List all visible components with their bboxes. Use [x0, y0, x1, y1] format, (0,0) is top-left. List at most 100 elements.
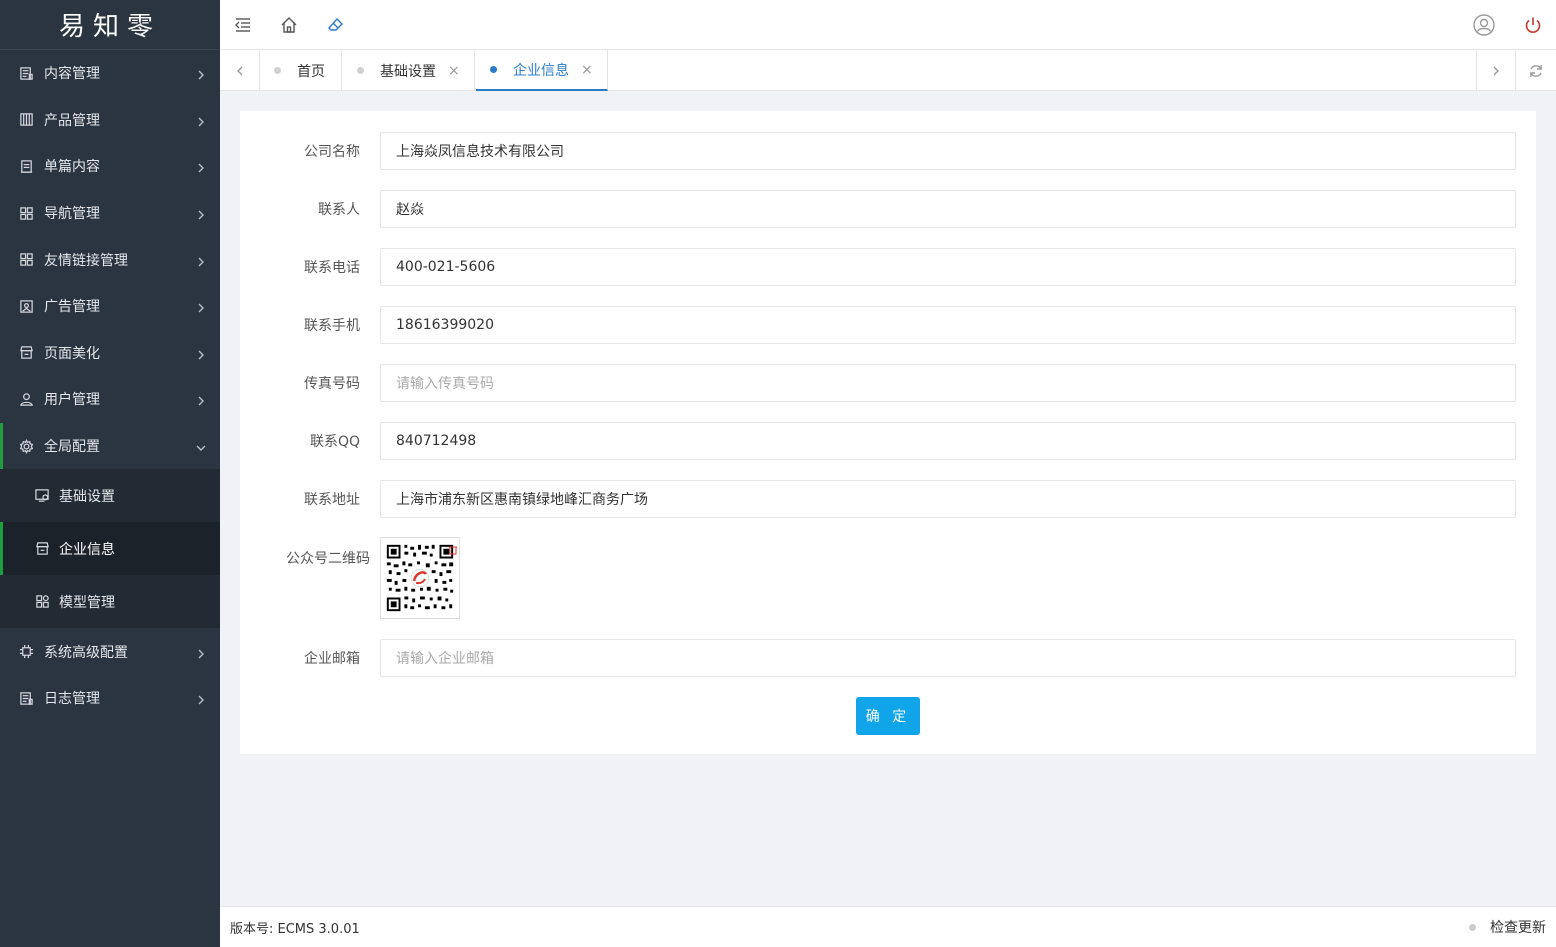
eraser-icon[interactable] [326, 15, 346, 35]
check-update-label: 检查更新 [1490, 920, 1546, 936]
form-row-address: 联系地址 上海市浦东新区惠南镇绿地峰汇商务广场 [240, 480, 1536, 518]
chevron-right-icon [196, 161, 206, 177]
sidebar-item-content[interactable]: 内容管理 [0, 50, 220, 97]
fax-label: 传真号码 [304, 376, 360, 392]
sidebar-item-label: 页面美化 [44, 345, 100, 362]
settings-screen-icon [34, 488, 50, 504]
chevron-right-icon [196, 647, 206, 663]
chevron-right-icon [196, 301, 206, 317]
check-update-link[interactable]: 检查更新 [1469, 917, 1546, 937]
mobile-input[interactable]: 18616399020 [380, 306, 1516, 344]
chevron-down-icon [196, 441, 206, 457]
email-input[interactable]: 请输入企业邮箱 [380, 639, 1516, 677]
sidebar-item-users[interactable]: 用户管理 [0, 376, 220, 423]
footer: 版本号: ECMS 3.0.01 检查更新 [220, 906, 1556, 947]
form-row-qq: 联系QQ 840712498 [240, 422, 1536, 460]
address-input[interactable]: 上海市浦东新区惠南镇绿地峰汇商务广场 [380, 480, 1516, 518]
form-row-mobile: 联系手机 18616399020 [240, 306, 1536, 344]
tab-label: 企业信息 [513, 62, 569, 79]
sidebar-item-logs[interactable]: 日志管理 [0, 675, 220, 722]
sidebar-item-label: 日志管理 [44, 691, 100, 708]
sidebar-item-page-beautify[interactable]: 页面美化 [0, 330, 220, 377]
sidebar-item-label: 内容管理 [44, 66, 100, 83]
update-status-dot [1469, 923, 1476, 931]
tab-status-dot [490, 66, 497, 73]
qq-input[interactable]: 840712498 [380, 422, 1516, 460]
sidebar-subitem-label: 基础设置 [59, 488, 115, 505]
log-icon [18, 690, 34, 706]
nav-grid-icon [18, 205, 34, 221]
user-icon [18, 391, 34, 407]
delete-image-icon[interactable] [448, 543, 458, 555]
tab-scroll-left-icon[interactable] [220, 50, 260, 91]
chevron-right-icon [196, 348, 206, 364]
tab-label: 首页 [297, 63, 325, 80]
chevron-right-icon [196, 115, 206, 131]
fax-input[interactable]: 请输入传真号码 [380, 364, 1516, 402]
sidebar-item-products[interactable]: 产品管理 [0, 97, 220, 144]
document-list-icon [18, 65, 34, 81]
product-grid-icon [18, 112, 34, 128]
sidebar-item-friend-links[interactable]: 友情链接管理 [0, 236, 220, 283]
chevron-right-icon [196, 394, 206, 410]
gear-icon [18, 438, 34, 454]
link-grid-icon [18, 252, 34, 268]
tab-basic-settings[interactable]: 基础设置 × [343, 50, 475, 91]
top-bar [220, 0, 1556, 50]
company-name-label: 公司名称 [304, 144, 360, 160]
form-row-phone: 联系电话 400-021-5606 [240, 248, 1536, 286]
sidebar-item-label: 全局配置 [44, 439, 100, 456]
refresh-icon[interactable] [1516, 50, 1556, 91]
sidebar-item-global-config[interactable]: 全局配置 [0, 422, 220, 470]
chevron-right-icon [196, 68, 206, 84]
store-icon [18, 345, 34, 361]
sidebar-item-label: 用户管理 [44, 392, 100, 409]
chevron-right-icon [196, 255, 206, 271]
chip-icon [18, 644, 34, 660]
qrcode-label: 公众号二维码 [286, 551, 370, 567]
sidebar-item-label: 产品管理 [44, 112, 100, 129]
tab-status-dot [357, 67, 364, 74]
sidebar-item-navigation[interactable]: 导航管理 [0, 190, 220, 237]
sidebar-subitem-label: 企业信息 [59, 541, 115, 558]
qq-label: 联系QQ [309, 434, 360, 450]
sidebar-subitem-company-info[interactable]: 企业信息 [0, 522, 220, 576]
tab-scroll-right-icon[interactable] [1476, 50, 1516, 91]
home-icon[interactable] [279, 15, 299, 35]
tab-bar: 首页 基础设置 × 企业信息 × [220, 50, 1556, 91]
modules-icon [34, 594, 50, 610]
menu-collapse-icon[interactable] [233, 15, 253, 35]
address-label: 联系地址 [304, 492, 360, 508]
sidebar-item-label: 单篇内容 [44, 159, 100, 176]
close-icon[interactable]: × [581, 62, 593, 78]
submit-button[interactable]: 确 定 [856, 697, 920, 735]
single-doc-icon [18, 158, 34, 174]
sidebar-subitem-model-management[interactable]: 模型管理 [0, 575, 220, 628]
company-name-input[interactable]: 上海焱凤信息技术有限公司 [380, 132, 1516, 170]
form-row-email: 企业邮箱 请输入企业邮箱 [240, 639, 1536, 677]
sidebar: 易知零 内容管理 产品管理 单篇内容 导航管理 友情链接管理 广告管理 页面美化… [0, 0, 220, 947]
sidebar-item-single-content[interactable]: 单篇内容 [0, 143, 220, 190]
app-logo[interactable]: 易知零 [0, 0, 220, 50]
form-row-company-name: 公司名称 上海焱凤信息技术有限公司 [240, 132, 1536, 170]
company-info-form: 公司名称 上海焱凤信息技术有限公司 联系人 赵焱 联系电话 400-021-56… [240, 111, 1536, 754]
sidebar-item-system-advanced[interactable]: 系统高级配置 [0, 628, 220, 675]
contact-label: 联系人 [318, 202, 360, 218]
chevron-right-icon [196, 208, 206, 224]
close-icon[interactable]: × [448, 63, 460, 79]
power-icon[interactable] [1523, 15, 1543, 35]
tab-home[interactable]: 首页 [260, 50, 342, 91]
avatar-icon[interactable] [1473, 14, 1495, 36]
sidebar-item-ads[interactable]: 广告管理 [0, 283, 220, 330]
submenu-global-config: 基础设置 企业信息 模型管理 [0, 469, 220, 629]
contact-input[interactable]: 赵焱 [380, 190, 1516, 228]
sidebar-subitem-label: 模型管理 [59, 594, 115, 611]
tab-company-info[interactable]: 企业信息 × [476, 50, 608, 91]
sidebar-item-label: 系统高级配置 [44, 644, 128, 661]
version-text: 版本号: ECMS 3.0.01 [230, 921, 360, 937]
sidebar-item-label: 广告管理 [44, 299, 100, 316]
store-icon [34, 541, 50, 557]
form-row-contact: 联系人 赵焱 [240, 190, 1536, 228]
phone-input[interactable]: 400-021-5606 [380, 248, 1516, 286]
sidebar-subitem-basic-settings[interactable]: 基础设置 [0, 469, 220, 522]
